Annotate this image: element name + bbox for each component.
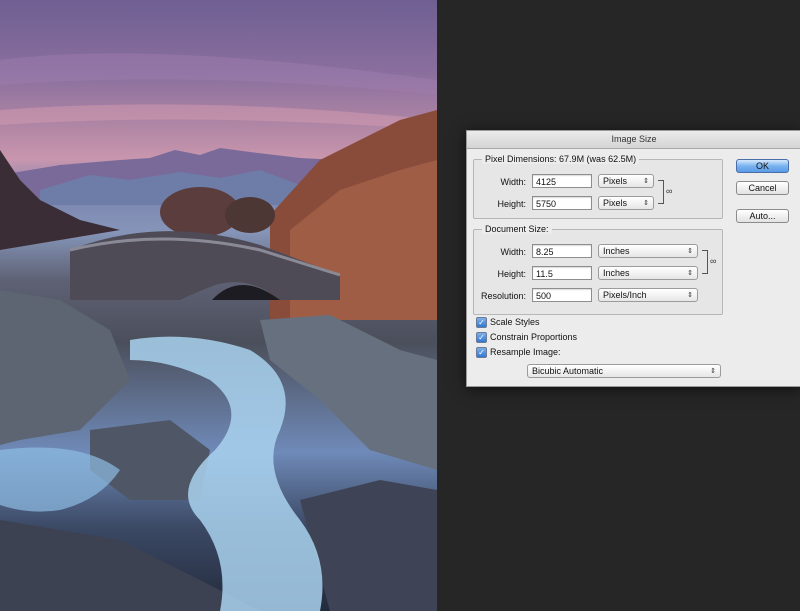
pixel-width-input[interactable]: 4125	[532, 174, 592, 188]
doc-width-unit-value: Inches	[603, 246, 630, 256]
landscape-photo	[0, 53, 437, 611]
dialog-title: Image Size	[467, 131, 800, 149]
scale-styles-checkbox[interactable]: ✓ Scale Styles	[476, 316, 540, 329]
pixel-width-label: Width:	[500, 177, 526, 187]
link-bracket	[702, 250, 708, 274]
image-canvas[interactable]	[0, 0, 437, 611]
resample-method-select[interactable]: Bicubic Automatic ⇕	[527, 364, 721, 378]
updown-arrows-icon: ⇕	[687, 270, 693, 277]
auto-button[interactable]: Auto...	[736, 209, 789, 223]
cancel-button[interactable]: Cancel	[736, 181, 789, 195]
constrain-proportions-label: Constrain Proportions	[490, 332, 578, 342]
document-size-label: Document Size:	[482, 224, 552, 234]
constrain-proportions-checkbox[interactable]: ✓ Constrain Proportions	[476, 331, 578, 344]
pixel-height-input[interactable]: 5750	[532, 196, 592, 210]
pixel-width-unit-select[interactable]: Pixels ⇕	[598, 174, 654, 188]
doc-height-label: Height:	[497, 269, 526, 279]
pixel-dimensions-header: Pixel Dimensions: 67.9M (was 62.5M)	[482, 154, 640, 164]
doc-width-label: Width:	[500, 247, 526, 257]
doc-width-unit-select[interactable]: Inches ⇕	[598, 244, 698, 258]
doc-height-unit-value: Inches	[603, 268, 630, 278]
updown-arrows-icon: ⇕	[643, 178, 649, 185]
checkmark-icon: ✓	[476, 347, 487, 359]
updown-arrows-icon: ⇕	[687, 248, 693, 255]
chain-link-icon: ∞	[710, 256, 717, 266]
updown-arrows-icon: ⇕	[710, 368, 716, 375]
chain-link-icon: ∞	[666, 186, 673, 196]
updown-arrows-icon: ⇕	[643, 200, 649, 207]
image-size-dialog: Image Size Pixel Dimensions: 67.9M (was …	[466, 130, 800, 387]
ok-button[interactable]: OK	[736, 159, 789, 173]
document-size-group: Document Size: Width: 8.25 Inches ⇕ Heig…	[473, 224, 723, 315]
resolution-unit-select[interactable]: Pixels/Inch ⇕	[598, 288, 698, 302]
pixel-dimensions-group: Pixel Dimensions: 67.9M (was 62.5M) Widt…	[473, 154, 723, 219]
resample-image-checkbox[interactable]: ✓ Resample Image:	[476, 346, 561, 359]
pixel-width-unit-value: Pixels	[603, 176, 628, 186]
resolution-unit-value: Pixels/Inch	[603, 290, 647, 300]
resample-method-value: Bicubic Automatic	[532, 366, 604, 376]
pixel-dimensions-label: Pixel Dimensions:	[485, 154, 557, 164]
pixel-dimensions-summary: 67.9M (was 62.5M)	[559, 154, 637, 164]
doc-height-input[interactable]: 11.5	[532, 266, 592, 280]
updown-arrows-icon: ⇕	[687, 292, 693, 299]
link-bracket	[658, 180, 664, 204]
pixel-height-unit-select[interactable]: Pixels ⇕	[598, 196, 654, 210]
pixel-height-label: Height:	[497, 199, 526, 209]
resolution-label: Resolution:	[480, 291, 526, 301]
doc-height-unit-select[interactable]: Inches ⇕	[598, 266, 698, 280]
checkmark-icon: ✓	[476, 332, 487, 344]
resolution-input[interactable]: 500	[532, 288, 592, 302]
checkmark-icon: ✓	[476, 317, 487, 329]
resample-image-label: Resample Image:	[490, 347, 561, 357]
doc-width-input[interactable]: 8.25	[532, 244, 592, 258]
pixel-height-unit-value: Pixels	[603, 198, 628, 208]
scale-styles-label: Scale Styles	[490, 317, 540, 327]
